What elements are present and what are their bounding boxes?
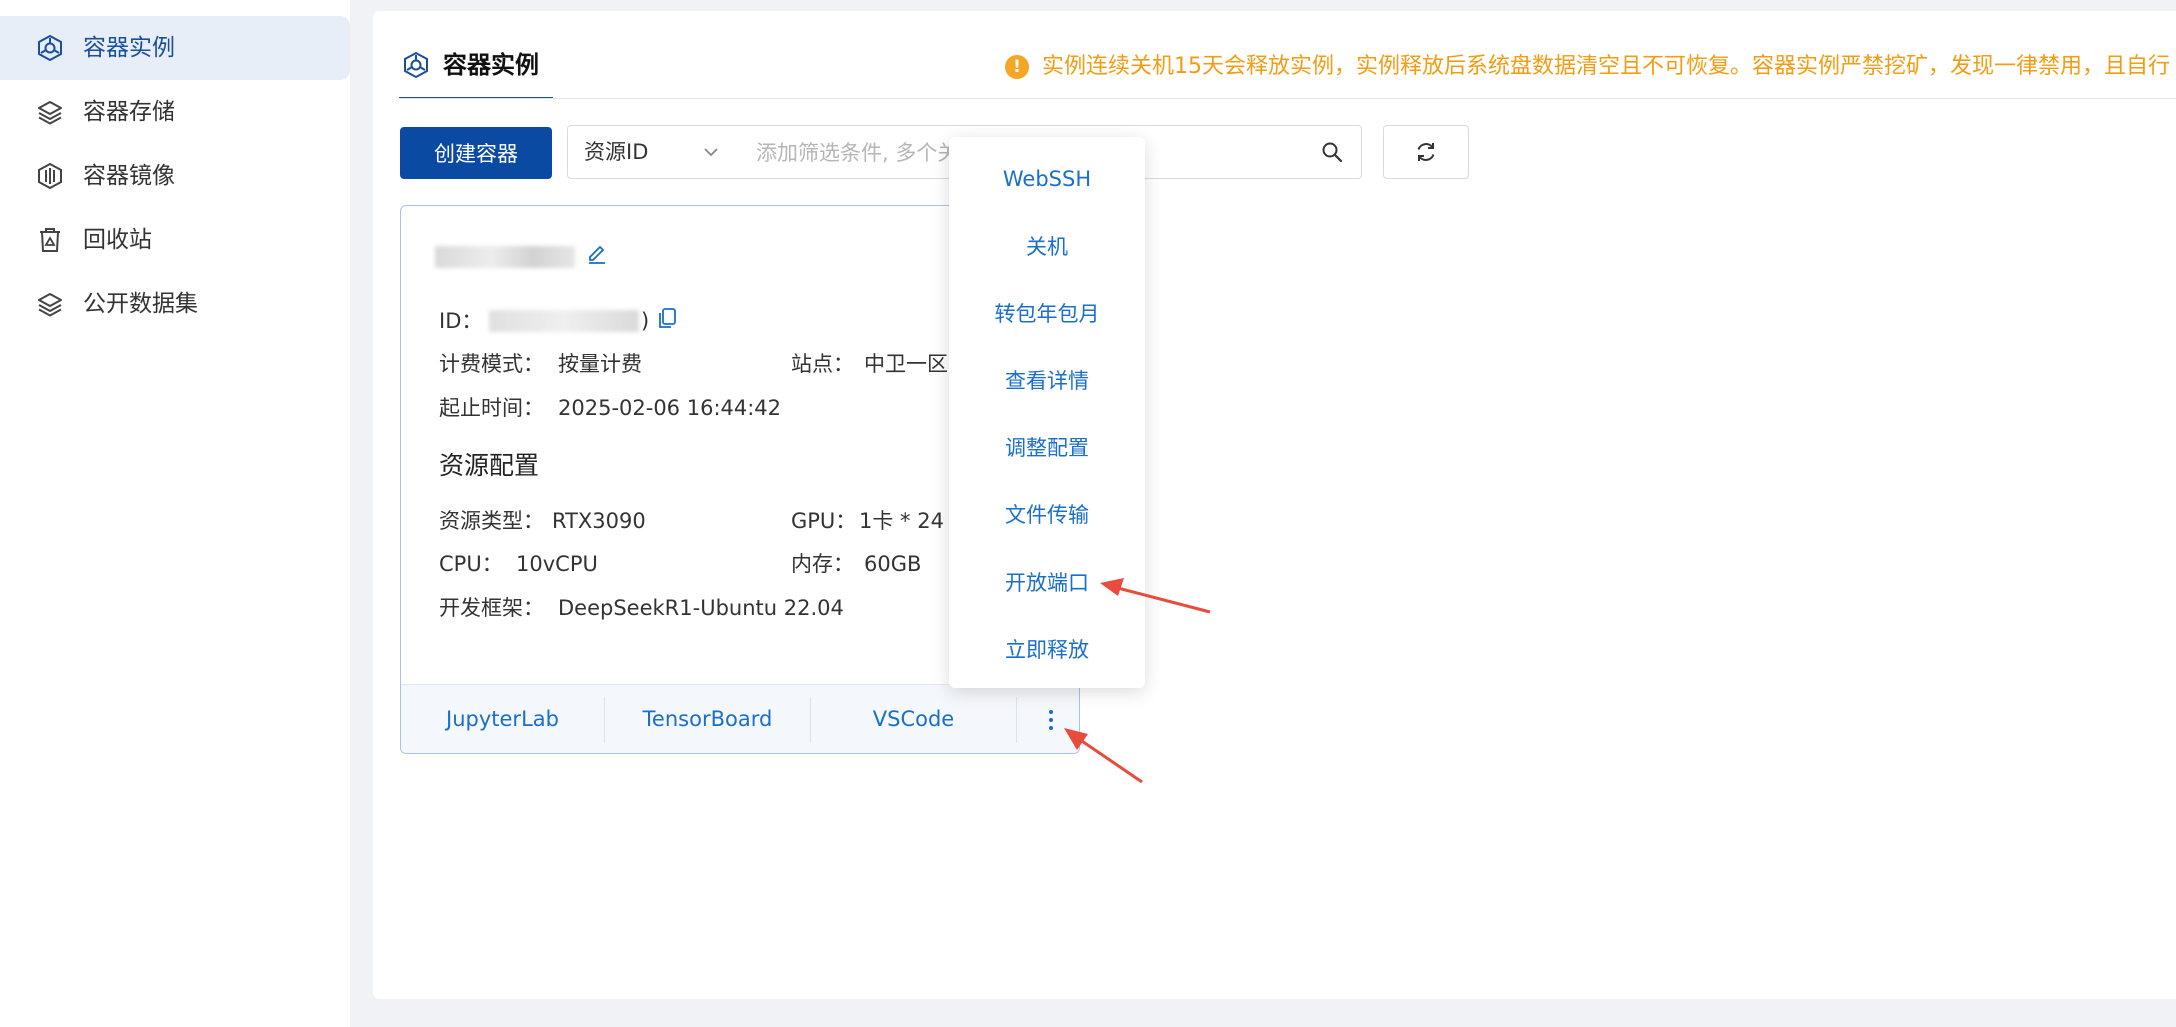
sidebar-item-label: 容器实例 <box>83 35 175 61</box>
sidebar: 容器实例 容器存储 容器镜像 回收站 公开数据集 <box>0 0 350 1027</box>
tab-container-instance[interactable]: 容器实例 <box>399 47 553 99</box>
dataset-icon <box>38 293 62 317</box>
container-instance-icon <box>404 51 428 79</box>
menu-item-file-transfer[interactable]: 文件传输 <box>949 487 1145 543</box>
footer-divider <box>1016 697 1017 743</box>
sidebar-item-container-storage[interactable]: 容器存储 <box>0 80 350 144</box>
image-icon <box>38 162 62 190</box>
menu-item-shutdown[interactable]: 关机 <box>949 219 1145 275</box>
tensorboard-link[interactable]: TensorBoard <box>605 685 810 753</box>
time-value: 2025-02-06 16:44:42 <box>558 396 782 420</box>
sidebar-item-public-dataset[interactable]: 公开数据集 <box>0 272 350 336</box>
sidebar-item-container-instance[interactable]: 容器实例 <box>0 16 350 80</box>
warning-notice: ! 实例连续关机15天会释放实例，实例释放后系统盘数据清空且不可恢复。容器实例严… <box>1005 51 2176 85</box>
warning-icon: ! <box>1005 55 1029 79</box>
sidebar-item-label: 回收站 <box>83 227 152 253</box>
memory-label: 内存： <box>791 552 854 576</box>
sidebar-item-recycle-bin[interactable]: 回收站 <box>0 208 350 272</box>
menu-item-convert-subscription[interactable]: 转包年包月 <box>949 286 1145 342</box>
vscode-link[interactable]: VSCode <box>811 685 1016 753</box>
menu-item-view-details[interactable]: 查看详情 <box>949 353 1145 409</box>
filter-field-select[interactable]: 资源ID <box>584 126 648 178</box>
resource-config-title: 资源配置 <box>439 451 540 480</box>
memory-value: 60GB <box>864 552 922 576</box>
sidebar-item-label: 容器存储 <box>83 99 175 125</box>
more-vertical-icon[interactable] <box>1041 705 1061 735</box>
billing-label: 计费模式： <box>439 352 544 376</box>
instance-id-redacted <box>489 310 639 332</box>
menu-item-open-port[interactable]: 开放端口 <box>949 555 1145 611</box>
time-label: 起止时间： <box>439 396 544 420</box>
menu-item-webssh[interactable]: WebSSH <box>949 151 1145 207</box>
more-actions-menu: WebSSH 关机 转包年包月 查看详情 调整配置 文件传输 开放端口 立即释放 <box>949 137 1145 688</box>
framework-label: 开发框架： <box>439 596 544 620</box>
sidebar-item-label: 公开数据集 <box>83 291 198 317</box>
copy-icon[interactable] <box>656 306 678 330</box>
cpu-value: 10vCPU <box>516 552 598 576</box>
chevron-down-icon[interactable] <box>702 143 720 161</box>
container-instance-icon <box>38 34 62 62</box>
main-panel: 容器实例 ! 实例连续关机15天会释放实例，实例释放后系统盘数据清空且不可恢复。… <box>373 11 2176 999</box>
search-icon[interactable] <box>1321 141 1343 163</box>
site-label: 站点： <box>791 352 854 376</box>
id-label: ID： <box>439 309 483 333</box>
notice-text: 实例连续关机15天会释放实例，实例释放后系统盘数据清空且不可恢复。容器实例严禁挖… <box>1042 54 2170 79</box>
sidebar-item-container-image[interactable]: 容器镜像 <box>0 144 350 208</box>
create-container-button[interactable]: 创建容器 <box>400 127 552 179</box>
menu-item-release-now[interactable]: 立即释放 <box>949 622 1145 678</box>
gpu-value: 1卡 * 24 <box>859 509 944 533</box>
billing-value: 按量计费 <box>558 352 642 376</box>
layers-icon <box>38 101 62 125</box>
instance-name-redacted <box>435 246 575 268</box>
refresh-button[interactable] <box>1383 125 1469 179</box>
sidebar-item-label: 容器镜像 <box>83 163 175 189</box>
edit-icon[interactable] <box>586 242 608 264</box>
jupyterlab-link[interactable]: JupyterLab <box>401 685 604 753</box>
framework-value: DeepSeekR1-Ubuntu 22.04 <box>558 596 844 620</box>
refresh-icon <box>1417 143 1435 161</box>
page-title: 容器实例 <box>443 51 539 79</box>
cpu-label: CPU： <box>439 552 503 576</box>
tab-divider <box>399 98 2176 99</box>
site-value: 中卫一区 <box>864 352 948 376</box>
resource-type-value: RTX3090 <box>552 509 646 533</box>
trash-icon <box>40 228 60 252</box>
resource-type-label: 资源类型： <box>439 509 544 533</box>
card-footer: JupyterLab TensorBoard VSCode <box>401 684 1079 753</box>
menu-item-adjust-config[interactable]: 调整配置 <box>949 420 1145 476</box>
gpu-label: GPU： <box>791 509 857 533</box>
id-suffix: ) <box>641 309 650 333</box>
